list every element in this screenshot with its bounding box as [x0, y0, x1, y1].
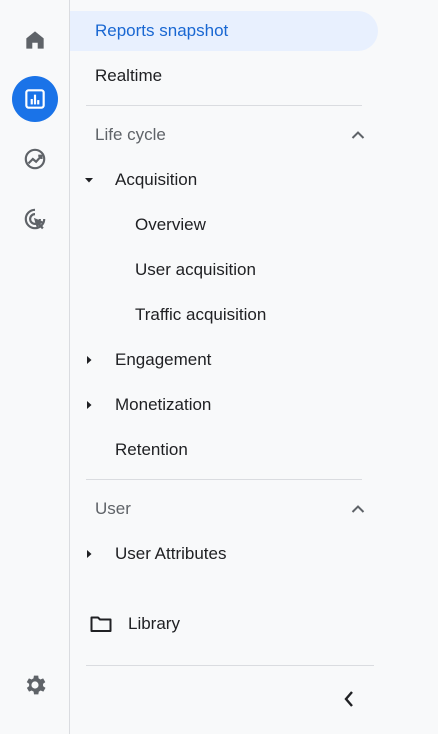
- divider: [86, 665, 374, 666]
- nav-user-attributes[interactable]: User Attributes: [70, 534, 227, 574]
- nav-acquisition-label: Acquisition: [115, 170, 198, 189]
- nav-acquisition-overview-label: Overview: [135, 215, 206, 234]
- nav-reports-snapshot-label: Reports snapshot: [95, 21, 229, 40]
- nav-retention[interactable]: Retention: [70, 430, 188, 470]
- chevron-up-icon: [351, 505, 365, 513]
- nav-realtime[interactable]: Realtime: [70, 56, 162, 96]
- nav-acquisition-overview[interactable]: Overview: [70, 205, 206, 245]
- section-user-label: User: [95, 499, 131, 518]
- nav-realtime-label: Realtime: [95, 66, 163, 85]
- nav-reports-snapshot[interactable]: Reports snapshot: [70, 11, 378, 51]
- advertising-icon: [24, 208, 46, 230]
- explore-icon: [24, 148, 46, 170]
- nav-traffic-acquisition[interactable]: Traffic acquisition: [70, 295, 266, 335]
- nav-monetization[interactable]: Monetization: [70, 385, 211, 425]
- settings-button[interactable]: [12, 662, 58, 708]
- advertising-button[interactable]: [12, 196, 58, 242]
- reports-nav: Reports snapshot Realtime Life cycle Acq…: [70, 0, 438, 734]
- chevron-up-icon: [351, 131, 365, 139]
- settings-icon: [26, 675, 46, 695]
- nav-acquisition[interactable]: Acquisition: [70, 160, 197, 200]
- divider: [86, 105, 362, 106]
- home-icon: [26, 31, 44, 49]
- reports-icon: [25, 89, 45, 109]
- nav-library[interactable]: Library: [70, 604, 180, 644]
- nav-monetization-label: Monetization: [115, 395, 212, 414]
- nav-user-attributes-label: User Attributes: [115, 544, 227, 563]
- collapse-nav-button[interactable]: [332, 682, 366, 716]
- section-user[interactable]: User: [95, 494, 365, 524]
- nav-engagement-label: Engagement: [115, 350, 212, 369]
- reports-button[interactable]: [12, 76, 58, 122]
- divider: [86, 479, 362, 480]
- nav-library-label: Library: [128, 614, 180, 633]
- section-life-cycle-label: Life cycle: [95, 125, 166, 144]
- nav-retention-label: Retention: [115, 440, 188, 459]
- nav-user-acquisition-label: User acquisition: [135, 260, 256, 279]
- nav-engagement[interactable]: Engagement: [70, 340, 211, 380]
- nav-traffic-acquisition-label: Traffic acquisition: [135, 305, 267, 324]
- chevron-left-icon: [344, 691, 353, 707]
- icon-rail: [0, 0, 70, 734]
- home-button[interactable]: [12, 17, 58, 63]
- explore-button[interactable]: [12, 136, 58, 182]
- folder-icon: [90, 616, 112, 632]
- nav-user-acquisition[interactable]: User acquisition: [70, 250, 256, 290]
- section-life-cycle[interactable]: Life cycle: [95, 120, 365, 150]
